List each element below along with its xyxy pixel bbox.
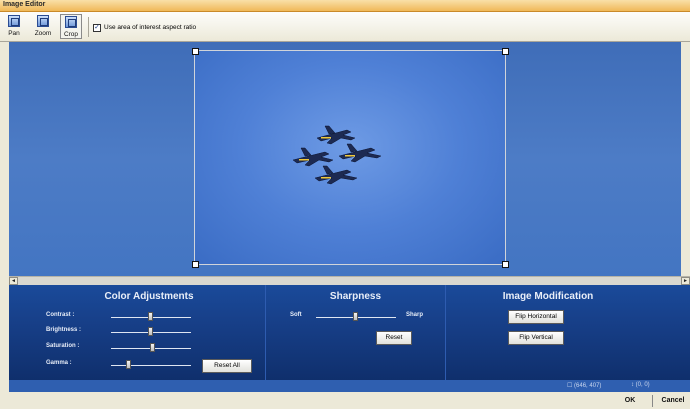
pan-tool-button[interactable]: Pan	[3, 14, 25, 39]
ok-button[interactable]: OK	[612, 394, 648, 408]
crop-handle-bottom-right[interactable]	[502, 261, 509, 268]
pan-icon	[8, 15, 20, 27]
photo-crop-area[interactable]	[194, 50, 506, 265]
left-margin	[0, 42, 9, 285]
window-title: Image Editor	[3, 1, 46, 8]
scroll-right-icon[interactable]: ►	[681, 277, 690, 285]
toolbar: Pan Zoom Crop ✓ Use area of interest asp…	[0, 12, 690, 42]
aspect-ratio-label[interactable]: Use area of interest aspect ratio	[104, 24, 196, 31]
dialog-button-bar: OK Cancel	[0, 392, 690, 409]
adjustments-panel: Color Adjustments Contrast : Brightness …	[9, 285, 690, 380]
offset-readout: ↕ (0, 0)	[631, 382, 650, 388]
crop-handle-top-left[interactable]	[192, 48, 199, 55]
horizontal-scrollbar[interactable]: ◄ ►	[9, 276, 690, 285]
image-size-readout: ☐ (646, 407)	[567, 383, 602, 389]
zoom-label: Zoom	[34, 30, 52, 37]
gamma-slider-thumb[interactable]	[125, 360, 131, 369]
title-bar: Image Editor	[0, 0, 690, 12]
toolbar-divider	[88, 17, 89, 37]
contrast-label: Contrast :	[46, 312, 75, 318]
zoom-tool-button[interactable]: Zoom	[32, 14, 54, 39]
sharpness-section: Sharpness Soft Sharp Reset	[265, 285, 445, 380]
soft-label: Soft	[290, 312, 302, 318]
color-adjustments-section: Color Adjustments Contrast : Brightness …	[9, 285, 265, 380]
sharp-label: Sharp	[406, 312, 424, 318]
crop-icon	[65, 16, 77, 28]
image-canvas[interactable]	[9, 42, 681, 276]
crop-tool-button[interactable]: Crop	[60, 14, 82, 39]
flip-horizontal-button[interactable]: Flip Horizontal	[508, 310, 564, 324]
reset-all-button[interactable]: Reset All	[202, 359, 252, 373]
flip-vertical-button[interactable]: Flip Vertical	[508, 331, 564, 345]
gamma-label: Gamma :	[46, 360, 72, 366]
image-modification-section: Image Modification Flip Horizontal Flip …	[445, 285, 690, 380]
cancel-button[interactable]: Cancel	[656, 394, 690, 408]
scroll-left-icon[interactable]: ◄	[9, 277, 18, 285]
sharpness-slider-thumb[interactable]	[353, 312, 358, 321]
sharpness-title: Sharpness	[329, 291, 382, 302]
status-bar: ☐ (646, 407) ↕ (0, 0)	[9, 380, 690, 392]
image-modification-title: Image Modification	[502, 291, 594, 302]
pan-label: Pan	[8, 30, 20, 37]
sharpness-reset-button[interactable]: Reset	[376, 331, 412, 345]
color-adjustments-title: Color Adjustments	[104, 291, 194, 302]
saturation-slider-thumb[interactable]	[149, 343, 155, 352]
button-divider	[652, 395, 653, 407]
jets-image	[292, 125, 382, 185]
aspect-ratio-checkbox[interactable]: ✓	[93, 24, 101, 32]
brightness-label: Brightness :	[46, 327, 82, 333]
crop-handle-top-right[interactable]	[502, 48, 509, 55]
brightness-slider-thumb[interactable]	[148, 327, 153, 336]
crop-label: Crop	[63, 31, 79, 38]
zoom-icon	[37, 15, 49, 27]
crop-handle-bottom-left[interactable]	[192, 261, 199, 268]
contrast-slider-thumb[interactable]	[148, 312, 153, 321]
saturation-label: Saturation :	[46, 343, 80, 349]
gamma-slider-track[interactable]	[111, 365, 191, 366]
